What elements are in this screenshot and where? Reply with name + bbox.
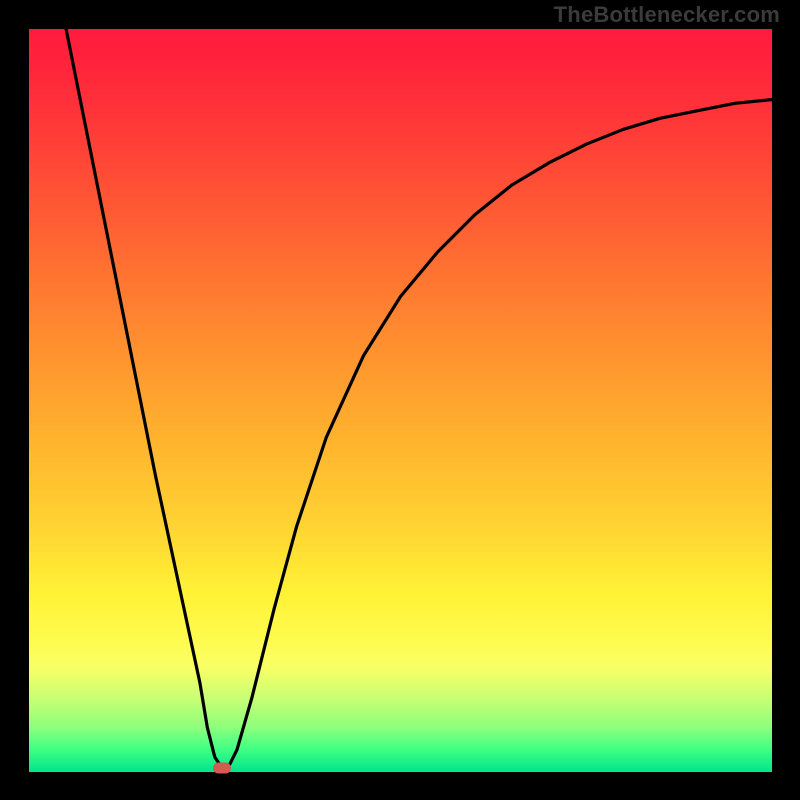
plot-area xyxy=(29,29,772,772)
bottleneck-curve xyxy=(29,29,772,772)
minimum-marker xyxy=(213,763,231,774)
watermark-text: TheBottlenecker.com xyxy=(554,2,780,28)
chart-frame: TheBottlenecker.com xyxy=(0,0,800,800)
